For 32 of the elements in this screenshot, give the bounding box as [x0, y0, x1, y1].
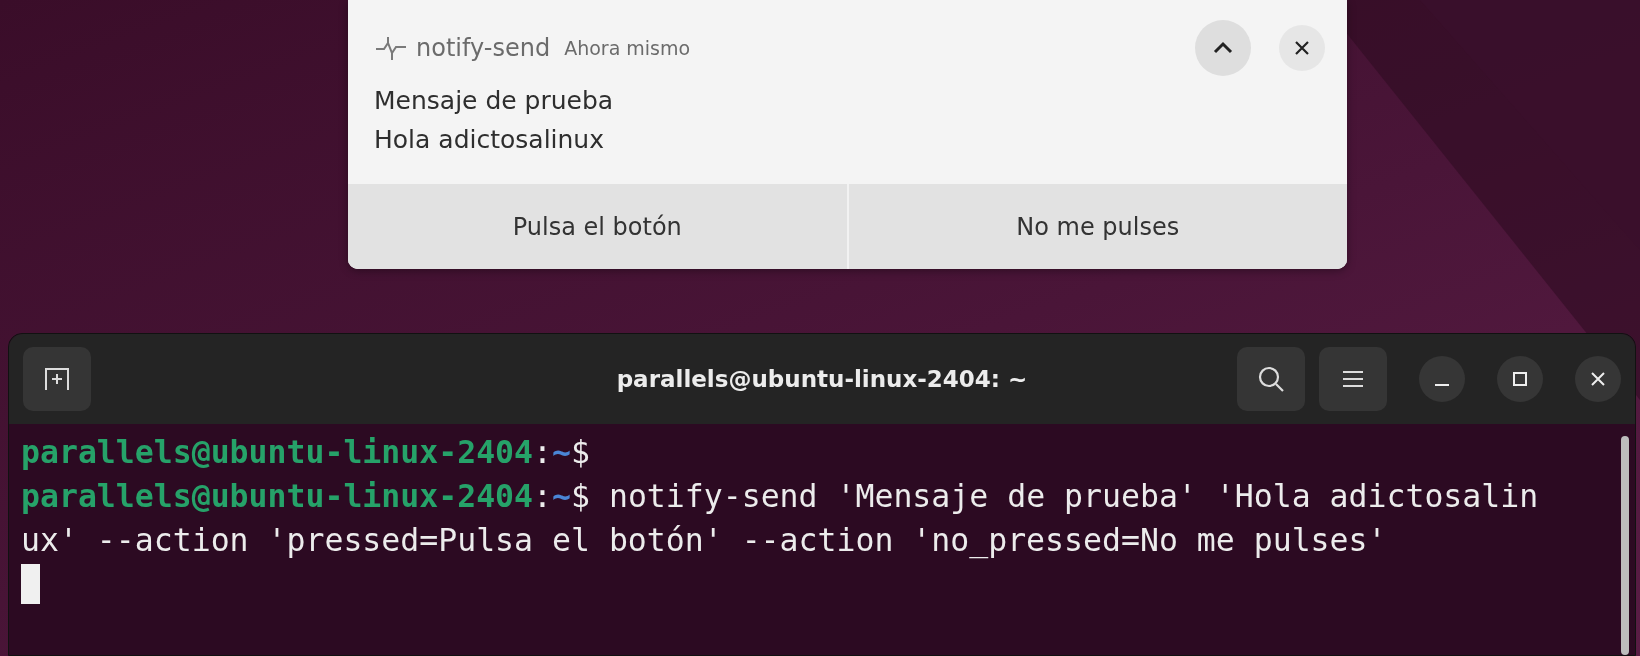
maximize-button[interactable]	[1497, 356, 1543, 402]
notification-time: Ahora mismo	[564, 37, 691, 59]
new-tab-button[interactable]	[23, 347, 91, 411]
prompt-path: ~	[552, 433, 571, 472]
close-icon	[1590, 371, 1606, 387]
command-text: notify-send 'Mensaje de prueba' 'Hola adictosalin	[607, 477, 1539, 516]
menu-icon	[1342, 370, 1364, 388]
text-cursor	[21, 564, 40, 604]
search-icon	[1257, 365, 1285, 393]
menu-button[interactable]	[1319, 347, 1387, 411]
action-button[interactable]: No me pulses	[846, 184, 1347, 269]
expand-button[interactable]	[1195, 20, 1251, 76]
command-text: ux' --action 'pressed=Pulsa el botón' --action 'no_pressed=No me pulses'	[21, 521, 1387, 561]
prompt-symbol: $	[571, 433, 590, 472]
new-tab-icon	[42, 366, 72, 392]
close-icon	[1294, 40, 1310, 56]
prompt-symbol: $	[571, 477, 590, 516]
app-name: notify-send	[416, 34, 551, 62]
notification-title: Mensaje de prueba	[373, 85, 615, 115]
prompt-separator: :	[533, 433, 552, 472]
minimize-icon	[1435, 384, 1449, 386]
prompt-user-host: parallels@ubuntu-linux-2404	[21, 433, 534, 472]
prompt-user-host: parallels@ubuntu-linux-2404	[21, 477, 534, 516]
close-button[interactable]	[1279, 25, 1325, 71]
notification-body: Hola adictosalinux	[373, 124, 605, 154]
chevron-up-icon	[1212, 41, 1234, 55]
window-title: parallels@ubuntu-linux-2404: ~	[616, 366, 1028, 392]
maximize-icon	[1512, 371, 1528, 387]
search-button[interactable]	[1237, 347, 1305, 411]
close-button[interactable]	[1575, 356, 1621, 402]
prompt-separator: :	[533, 477, 552, 516]
prompt-path: ~	[552, 477, 571, 516]
